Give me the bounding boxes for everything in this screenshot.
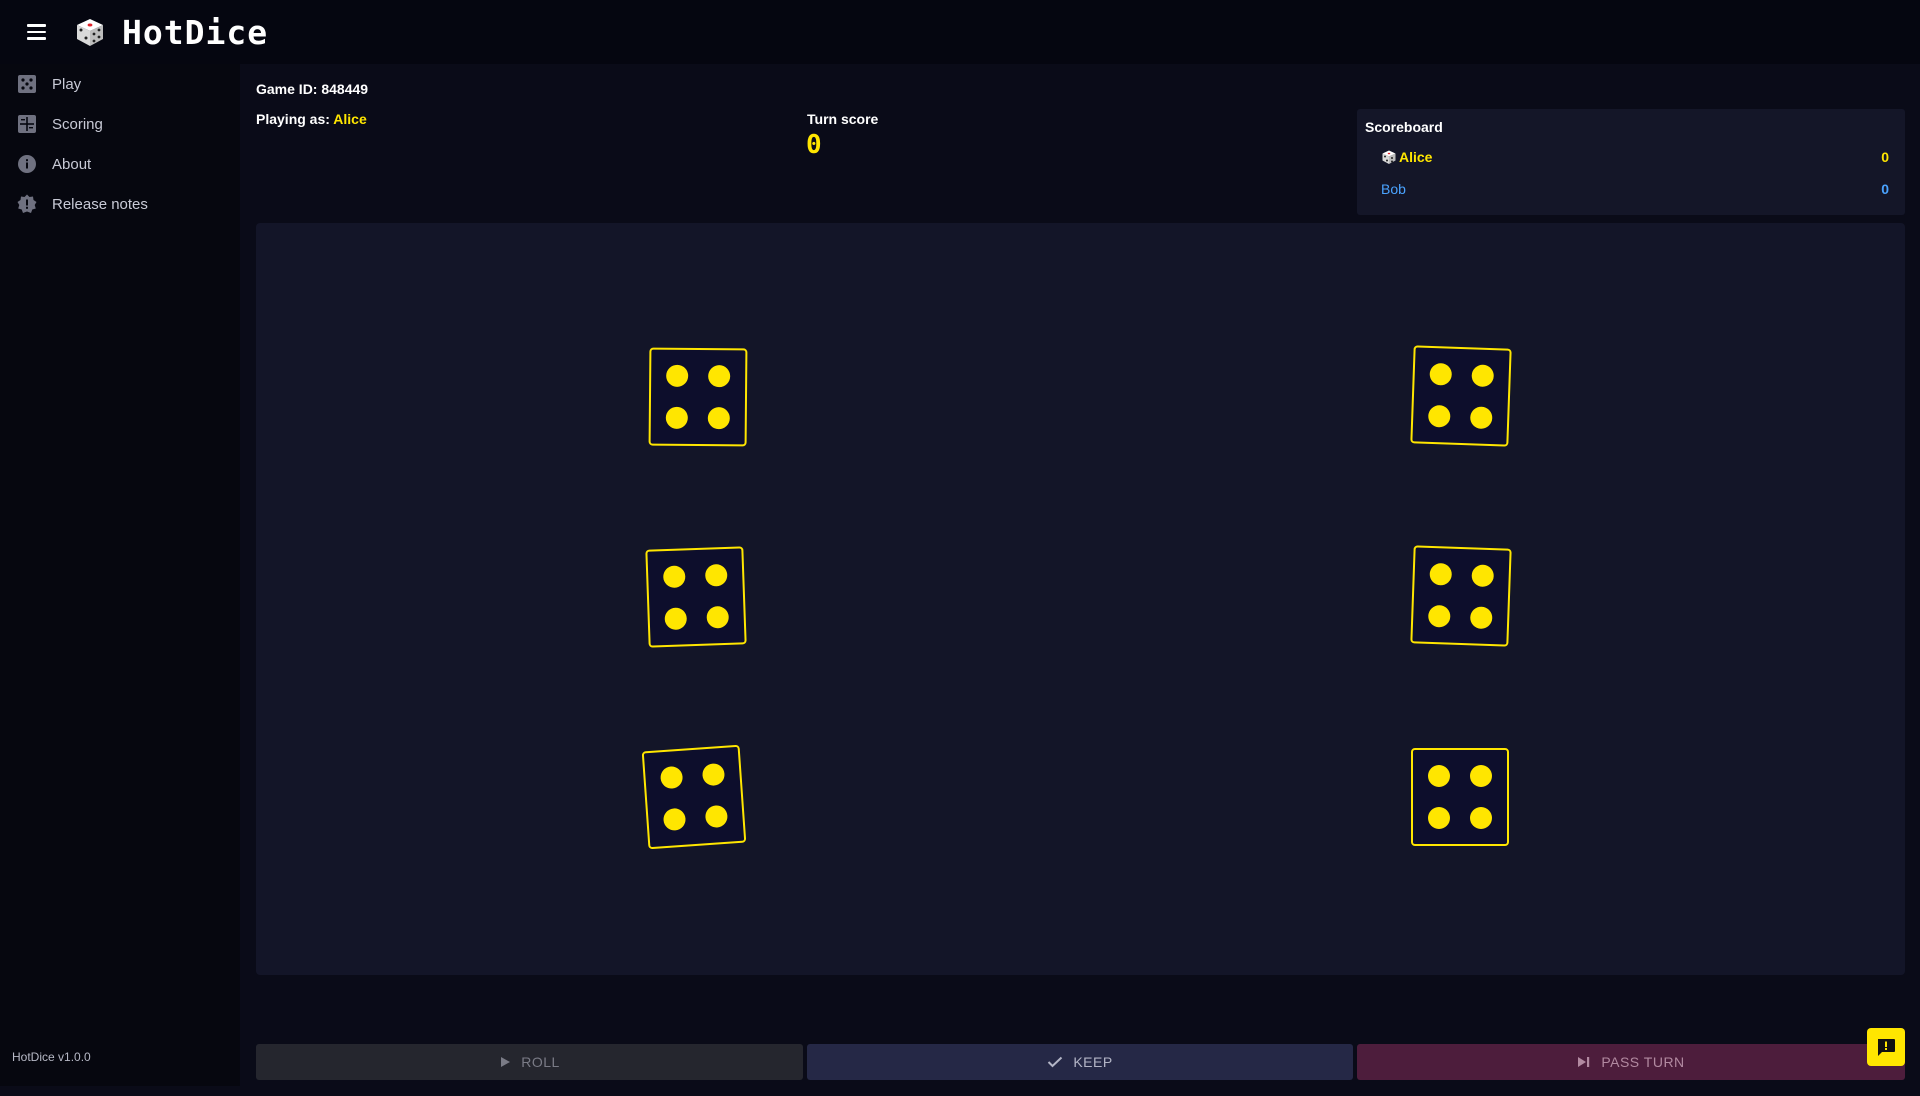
roll-button[interactable]: ROLL <box>256 1044 803 1080</box>
die[interactable] <box>645 546 747 648</box>
keep-button[interactable]: KEEP <box>807 1044 1353 1080</box>
scoring-table-icon <box>17 114 37 134</box>
scoreboard: Scoreboard Alice 0 Bob 0 <box>1357 109 1905 215</box>
skip-next-icon <box>1578 1057 1590 1067</box>
dice-logo-icon <box>77 19 103 46</box>
active-player-dice-icon <box>1382 150 1396 164</box>
player-name-text: Alice <box>1399 149 1433 165</box>
turn-score-value: 0 <box>806 130 822 160</box>
sidebar-item-play[interactable]: Play <box>0 64 240 104</box>
player-score: 0 <box>1881 149 1889 165</box>
sidebar-item-scoring[interactable]: Scoring <box>0 104 240 144</box>
feedback-button[interactable] <box>1867 1028 1905 1066</box>
sidebar-item-label: About <box>52 155 92 173</box>
play-arrow-icon <box>501 1057 511 1067</box>
sidebar: Play Scoring About Release notes HotDice… <box>0 64 240 1086</box>
info-icon <box>17 154 37 174</box>
player-name: Bob <box>1381 181 1406 197</box>
app-version: HotDice v1.0.0 <box>12 1050 91 1064</box>
sidebar-item-label: Play <box>52 75 82 93</box>
die[interactable] <box>1410 345 1512 447</box>
check-icon <box>1048 1056 1063 1068</box>
die[interactable] <box>648 347 748 447</box>
die[interactable] <box>1410 545 1512 647</box>
player-score: 0 <box>1881 181 1889 197</box>
hamburger-menu-icon[interactable] <box>20 16 52 48</box>
scoreboard-row: Bob 0 <box>1381 181 1889 201</box>
sidebar-item-label: Scoring <box>52 115 103 133</box>
app-title: HotDice <box>122 12 269 52</box>
playing-as: Playing as: Alice <box>256 111 367 127</box>
die[interactable] <box>641 744 747 850</box>
scoreboard-title: Scoreboard <box>1365 119 1443 135</box>
app-bar: HotDice <box>0 0 1920 64</box>
sidebar-item-about[interactable]: About <box>0 144 240 184</box>
playing-as-label: Playing as: <box>256 111 334 127</box>
turn-score-label: Turn score <box>807 111 879 127</box>
roll-button-label: ROLL <box>521 1054 560 1070</box>
player-name: Alice <box>1381 149 1432 165</box>
sidebar-item-label: Release notes <box>52 195 148 213</box>
game-id: Game ID: 848449 <box>256 81 369 97</box>
feedback-icon <box>1878 1039 1895 1056</box>
pass-turn-button[interactable]: PASS TURN <box>1357 1044 1905 1080</box>
dice-icon <box>17 74 37 94</box>
sidebar-item-release-notes[interactable]: Release notes <box>0 184 240 224</box>
keep-button-label: KEEP <box>1073 1054 1113 1070</box>
current-player-name: Alice <box>333 111 367 127</box>
scoreboard-row: Alice 0 <box>1381 149 1889 169</box>
die[interactable] <box>1411 748 1509 846</box>
pass-turn-button-label: PASS TURN <box>1601 1054 1685 1070</box>
dice-table <box>256 223 1905 975</box>
badge-icon <box>17 194 37 214</box>
